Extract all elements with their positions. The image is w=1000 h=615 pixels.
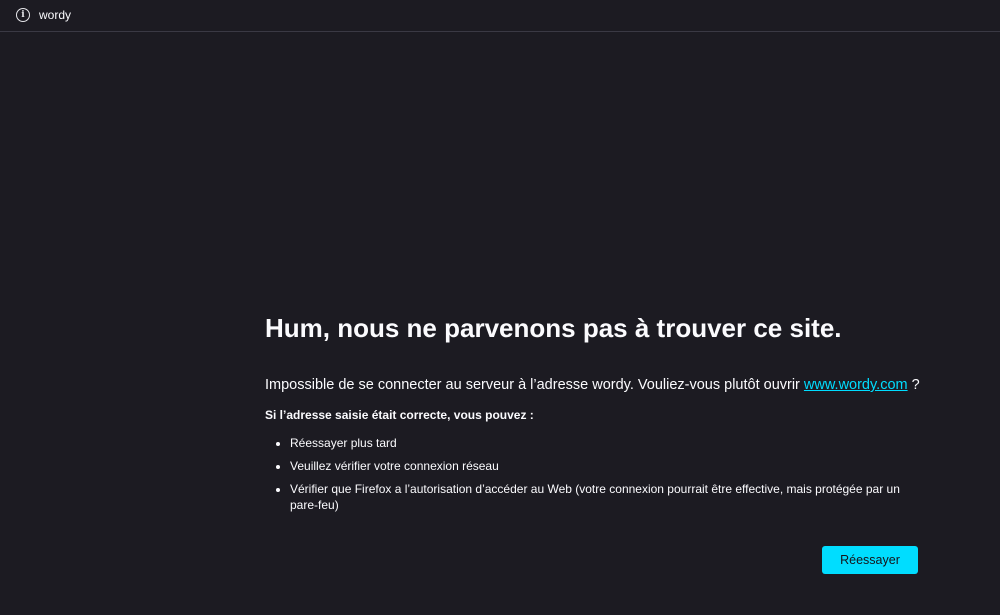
suggestion-check-network: Veuillez vérifier votre connexion réseau <box>290 458 925 474</box>
description-prefix: Impossible de se connecter au serveur à … <box>265 377 804 393</box>
suggestions-heading: Si l’adresse saisie était correcte, vous… <box>265 408 534 422</box>
address-field[interactable]: i wordy <box>0 0 1000 31</box>
error-content: Hum, nous ne parvenons pas à trouver ce … <box>265 312 925 520</box>
info-icon[interactable]: i <box>16 8 30 22</box>
suggested-site-link[interactable]: www.wordy.com <box>804 377 908 393</box>
suggestions-list: Réessayer plus tard Veuillez vérifier vo… <box>265 435 925 513</box>
description-suffix: ? <box>907 377 920 393</box>
suggestion-check-firewall: Vérifier que Firefox a l’autorisation d’… <box>290 481 925 513</box>
suggestion-retry-later: Réessayer plus tard <box>290 435 925 451</box>
error-title: Hum, nous ne parvenons pas à trouver ce … <box>265 313 842 343</box>
error-description: Impossible de se connecter au serveur à … <box>265 375 925 395</box>
retry-button[interactable]: Réessayer <box>822 546 918 574</box>
url-text[interactable]: wordy <box>39 8 71 22</box>
url-bar: i wordy <box>0 0 1000 32</box>
